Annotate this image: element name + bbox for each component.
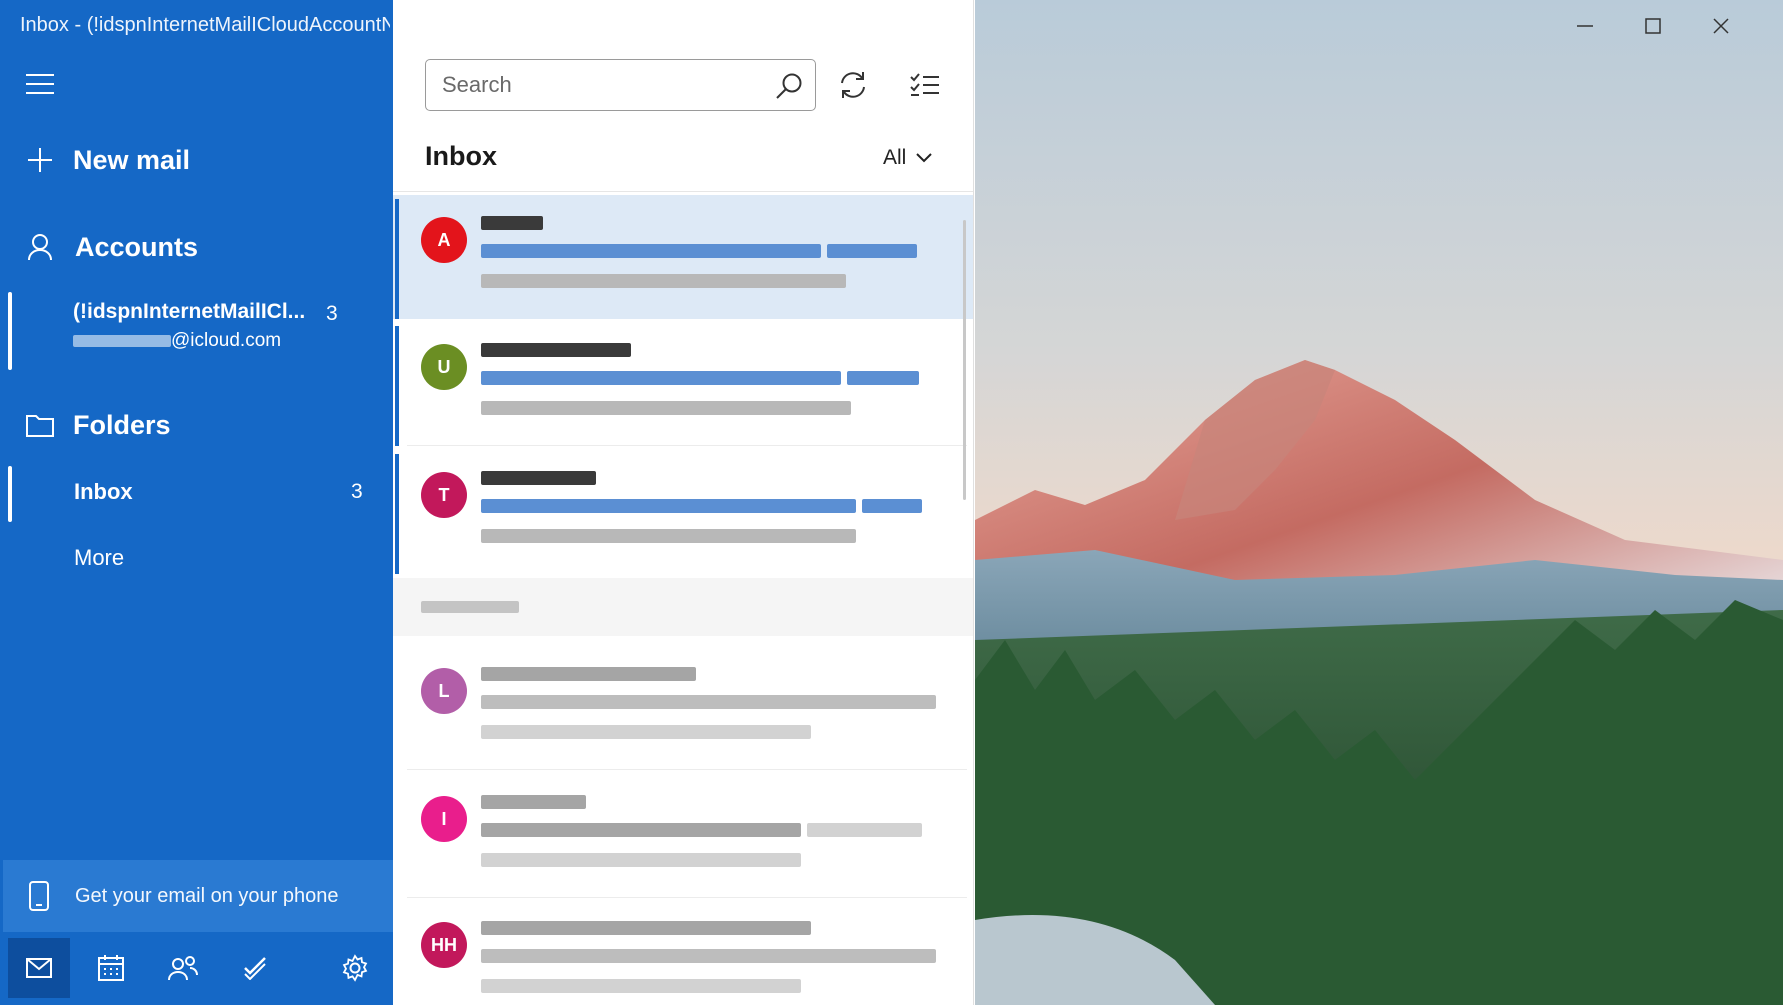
- folders-label: Folders: [73, 409, 171, 440]
- sync-button[interactable]: [829, 62, 877, 108]
- folder-label: Inbox: [74, 479, 133, 504]
- search-icon[interactable]: [775, 72, 803, 105]
- reading-pane: [975, 0, 1783, 1005]
- message-preview: [481, 974, 946, 994]
- phone-promo-button[interactable]: Get your email on your phone: [3, 860, 393, 932]
- new-mail-button[interactable]: New mail: [0, 135, 393, 185]
- avatar: T: [421, 472, 467, 518]
- message-preview: [481, 524, 946, 544]
- people-nav-button[interactable]: [152, 938, 214, 998]
- divider: [407, 897, 967, 898]
- mail-nav-button[interactable]: [8, 938, 70, 998]
- person-icon: [0, 233, 80, 261]
- message-list-pane: Inbox All A U T: [393, 0, 974, 1005]
- message-preview: [481, 720, 946, 740]
- calendar-nav-button[interactable]: [80, 938, 142, 998]
- selection-indicator: [8, 466, 12, 522]
- message-preview: [481, 848, 946, 868]
- new-mail-label: New mail: [73, 144, 191, 175]
- close-button[interactable]: [1691, 8, 1751, 44]
- window-title: Inbox - (!idspnInternetMailICloudAccount…: [20, 14, 390, 36]
- unread-indicator: [395, 454, 399, 574]
- account-name: (!idspnInternetMailICl...: [73, 300, 306, 323]
- todo-nav-button[interactable]: [224, 938, 286, 998]
- search-box: [425, 59, 816, 111]
- chevron-down-icon: [916, 153, 933, 163]
- message-sender: [481, 466, 946, 486]
- account-email: @icloud.com: [73, 330, 281, 352]
- message-item[interactable]: I: [393, 774, 973, 898]
- message-subject: [481, 494, 946, 514]
- avatar: HH: [421, 922, 467, 968]
- divider: [407, 445, 967, 446]
- selection-mode-button[interactable]: [901, 62, 949, 108]
- minimize-button[interactable]: [1555, 8, 1615, 44]
- people-icon: [168, 956, 198, 981]
- date-group-header: [393, 578, 973, 636]
- mail-app-window: Inbox - (!idspnInternetMailICloudAccount…: [0, 0, 1783, 1005]
- more-label: More: [74, 545, 125, 570]
- folder-unread-count: 3: [351, 480, 363, 503]
- message-sender: [481, 790, 946, 810]
- accounts-label: Accounts: [75, 231, 199, 262]
- message-item[interactable]: HH: [393, 900, 973, 1005]
- message-sender: [481, 662, 946, 682]
- hamburger-menu-icon[interactable]: [26, 74, 54, 96]
- selection-indicator: [8, 292, 12, 370]
- folders-button[interactable]: Folders: [0, 400, 393, 450]
- maximize-icon: [1645, 18, 1661, 34]
- maximize-button[interactable]: [1623, 8, 1683, 44]
- message-sender: [481, 916, 946, 936]
- message-item[interactable]: U: [393, 322, 973, 446]
- message-item[interactable]: A: [393, 195, 973, 319]
- more-folders-button[interactable]: More: [8, 530, 393, 586]
- folder-icon: [0, 413, 80, 437]
- filter-dropdown[interactable]: All: [883, 146, 933, 170]
- folder-title: Inbox: [425, 141, 497, 171]
- sidebar: Inbox - (!idspnInternetMailICloudAccount…: [0, 0, 393, 1005]
- divider: [393, 191, 973, 192]
- message-preview: [481, 396, 946, 416]
- sync-icon: [841, 72, 865, 98]
- message-item[interactable]: L: [393, 646, 973, 770]
- avatar: I: [421, 796, 467, 842]
- message-preview: [481, 269, 946, 289]
- plus-icon: [0, 147, 80, 173]
- calendar-icon: [98, 955, 124, 981]
- account-unread-count: 3: [326, 302, 338, 325]
- filter-label: All: [883, 146, 907, 169]
- scrollbar[interactable]: [963, 220, 966, 500]
- close-icon: [1713, 18, 1729, 34]
- mail-icon: [26, 958, 52, 978]
- divider: [407, 769, 967, 770]
- minimize-icon: [1577, 25, 1593, 27]
- message-subject: [481, 818, 946, 838]
- accounts-button[interactable]: Accounts: [0, 222, 393, 272]
- mountain-background-image: [975, 0, 1783, 1005]
- avatar: L: [421, 668, 467, 714]
- settings-nav-button[interactable]: [324, 938, 386, 998]
- account-item[interactable]: (!idspnInternetMailICl... 3 @icloud.com: [8, 290, 393, 370]
- message-subject: [481, 239, 946, 259]
- avatar: A: [421, 217, 467, 263]
- message-item[interactable]: T: [393, 450, 973, 574]
- search-input[interactable]: [426, 72, 756, 98]
- message-subject: [481, 366, 946, 386]
- settings-icon: [342, 954, 368, 982]
- unread-indicator: [395, 326, 399, 446]
- todo-icon: [244, 957, 266, 980]
- checklist-icon: [910, 73, 939, 96]
- bottom-nav: [0, 935, 393, 1005]
- message-subject: [481, 944, 946, 964]
- message-subject: [481, 690, 946, 710]
- unread-indicator: [395, 199, 399, 319]
- message-sender: [481, 338, 946, 358]
- phone-icon: [3, 881, 75, 911]
- phone-promo-label: Get your email on your phone: [75, 884, 339, 907]
- message-sender: [481, 211, 946, 231]
- folder-item-inbox[interactable]: Inbox 3: [8, 464, 393, 522]
- avatar: U: [421, 344, 467, 390]
